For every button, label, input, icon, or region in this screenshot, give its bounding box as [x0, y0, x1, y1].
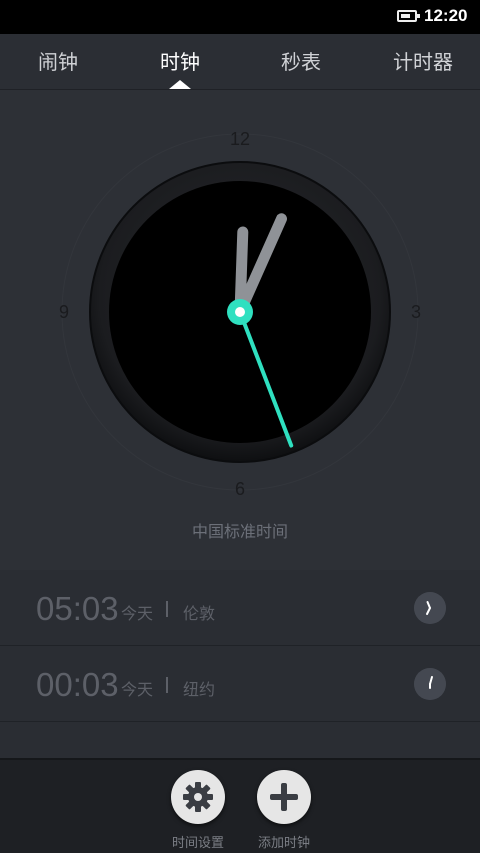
- mini-clock-icon: [414, 592, 446, 624]
- timezone-label: 中国标准时间: [191, 522, 288, 541]
- numeral-9: 9: [59, 302, 69, 322]
- world-clock-row-newyork[interactable]: 00:03 今天 纽约: [0, 646, 480, 722]
- add-clock-button[interactable]: [257, 770, 311, 824]
- city-day: 今天: [121, 604, 154, 623]
- city-name: 纽约: [183, 680, 216, 699]
- plus-icon: [270, 783, 298, 811]
- city-time: 05:03: [36, 590, 119, 627]
- divider: [166, 601, 168, 617]
- battery-icon: [397, 10, 420, 22]
- bottom-action-bar: 时间设置 添加时钟: [0, 758, 480, 853]
- active-tab-indicator: [169, 80, 191, 89]
- city-name: 伦敦: [183, 604, 216, 623]
- mini-clock-icon: [414, 668, 446, 700]
- add-clock-label: 添加时钟: [257, 836, 310, 851]
- gear-icon: [183, 782, 213, 812]
- tab-timer[interactable]: 计时器: [373, 46, 473, 75]
- time-settings-label: 时间设置: [171, 836, 224, 851]
- city-day: 今天: [121, 680, 154, 699]
- divider: [166, 677, 168, 693]
- tab-bar: 闹钟 时钟 秒表 计时器: [0, 34, 480, 90]
- analog-clock: 12 3 6 9: [59, 129, 421, 499]
- numeral-6: 6: [235, 479, 245, 499]
- clock-area: 12 3 6 9: [0, 90, 480, 570]
- time-settings-button[interactable]: [171, 770, 225, 824]
- world-clock-list: 05:03 今天 伦敦 00:03 今天 纽约: [0, 570, 480, 722]
- status-bar: 12:20: [0, 0, 480, 34]
- numeral-3: 3: [411, 302, 421, 322]
- city-time: 00:03: [36, 666, 119, 703]
- numeral-12: 12: [230, 129, 250, 149]
- tab-clock[interactable]: 时钟: [130, 46, 230, 75]
- hand-pivot-center: [235, 307, 245, 317]
- tab-alarm[interactable]: 闹钟: [8, 46, 108, 75]
- tab-stopwatch[interactable]: 秒表: [251, 46, 351, 75]
- world-clock-row-london[interactable]: 05:03 今天 伦敦: [0, 570, 480, 646]
- status-time: 12:20: [424, 6, 468, 25]
